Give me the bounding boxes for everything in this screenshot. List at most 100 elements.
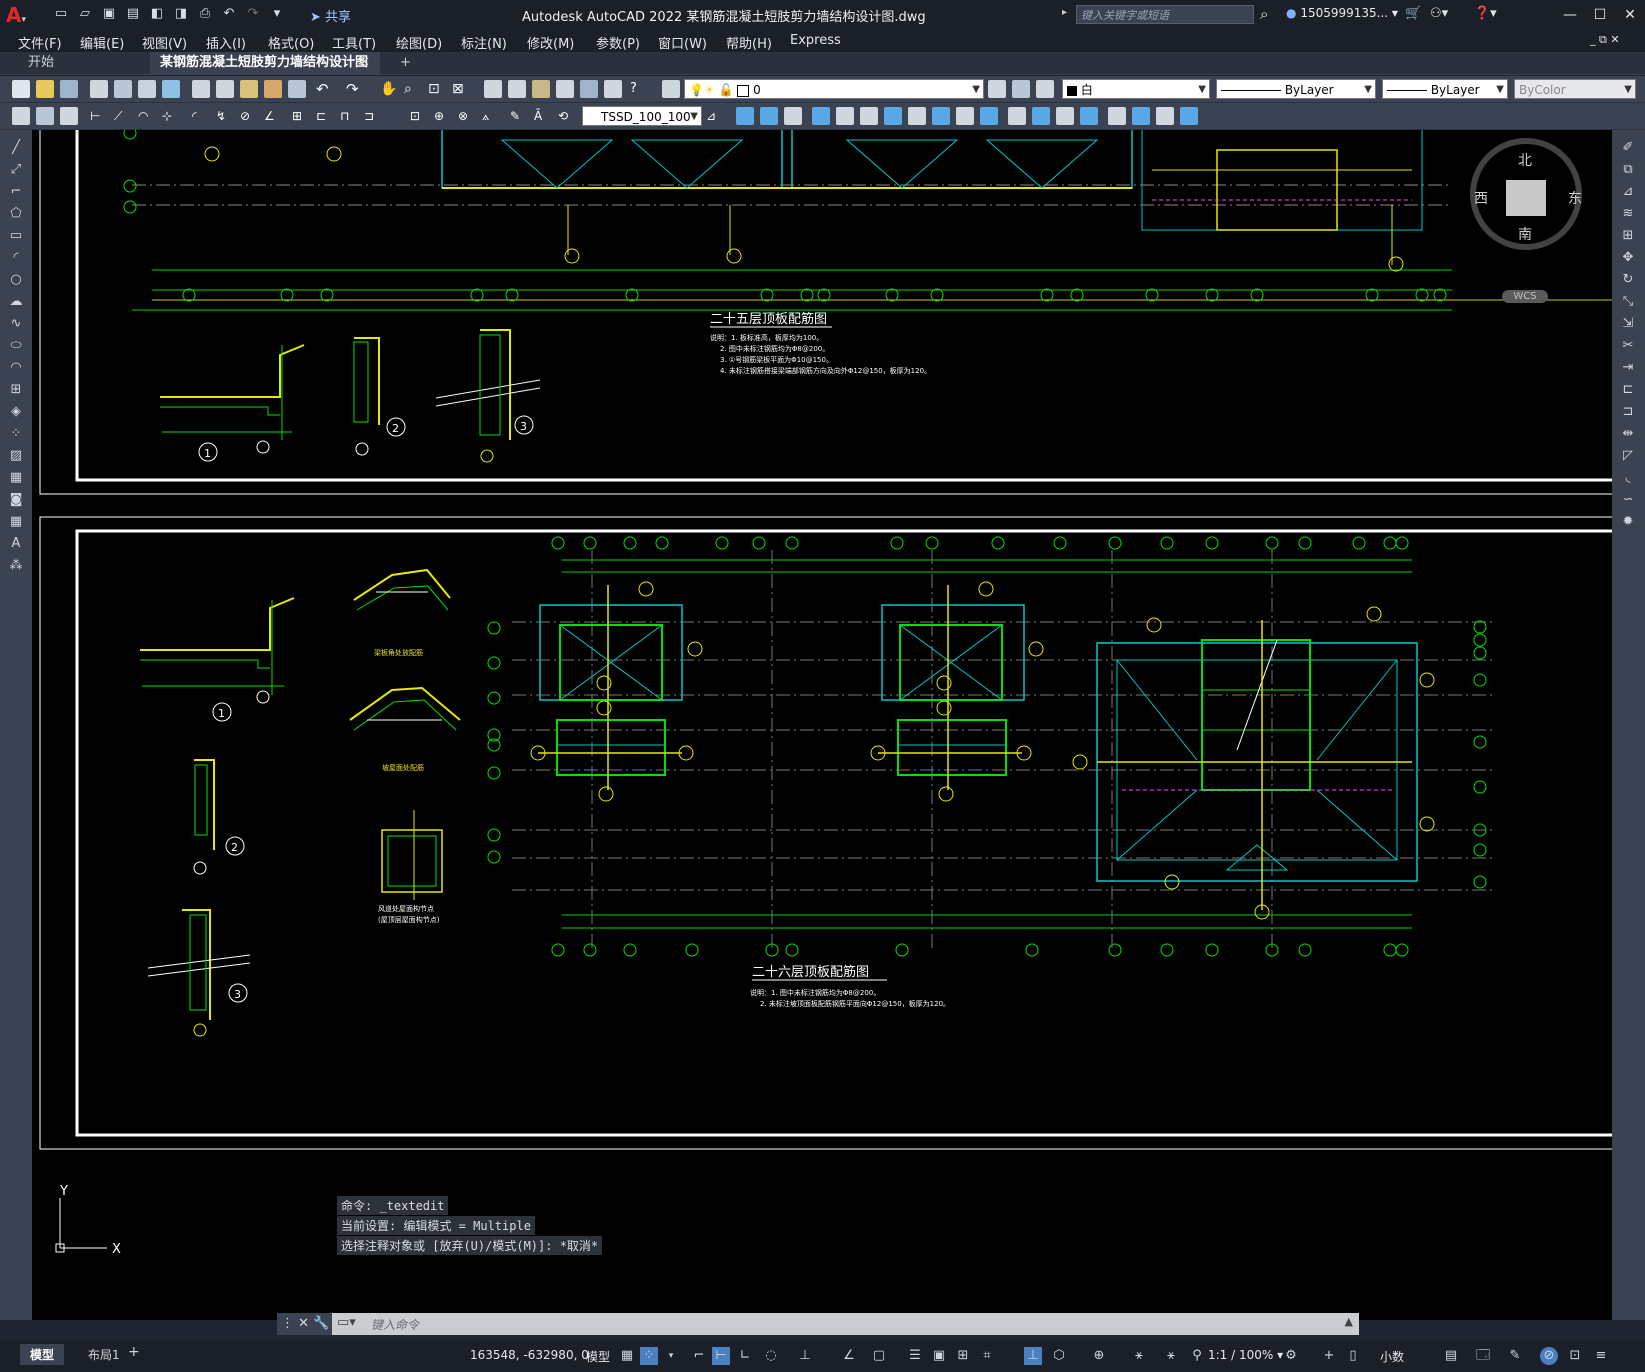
layer-states-icon[interactable]	[1036, 80, 1054, 98]
close-icon[interactable]: ✕	[1615, 0, 1645, 30]
fillet-icon[interactable]: ◟	[1619, 470, 1637, 486]
close-tab-icon[interactable]: ✕	[359, 52, 370, 74]
viewcube-west[interactable]: 西	[1474, 188, 1488, 208]
line-icon[interactable]: ╱	[7, 140, 25, 156]
gradient-icon[interactable]: ▦	[7, 470, 25, 486]
snap-menu-icon[interactable]: ▾	[662, 1347, 680, 1365]
new-tab-button[interactable]: +	[390, 52, 416, 74]
osnap-icon[interactable]: ∠	[840, 1347, 858, 1365]
join-icon[interactable]: ⇹	[1619, 426, 1637, 442]
blockeditor-icon[interactable]	[288, 80, 306, 98]
modify-m-icon[interactable]	[1032, 107, 1050, 125]
radius-dim-icon[interactable]: ◜	[192, 107, 210, 125]
modify-n-icon[interactable]	[1056, 107, 1074, 125]
search-expand-icon[interactable]: ▸	[1062, 7, 1067, 18]
ordinate-dim-icon[interactable]: ⊹	[162, 107, 180, 125]
tool-a-icon[interactable]	[12, 107, 30, 125]
modify-h-icon[interactable]	[908, 107, 926, 125]
modify-j-icon[interactable]	[956, 107, 974, 125]
cart-icon[interactable]: 🛒	[1405, 6, 1421, 21]
copy-icon[interactable]	[216, 80, 234, 98]
tolerance-icon[interactable]: ⊡	[410, 107, 428, 125]
modify-s-icon[interactable]	[1180, 107, 1198, 125]
coordinates-readout[interactable]: 163548, -632980, 0	[470, 1348, 589, 1362]
arc-dim-icon[interactable]: ◠	[138, 107, 156, 125]
redo-icon[interactable]: ↷	[244, 5, 262, 23]
publish-icon[interactable]	[138, 80, 156, 98]
modify-k-icon[interactable]	[980, 107, 998, 125]
viewcube-east[interactable]: 东	[1568, 188, 1582, 208]
array-icon[interactable]: ⊞	[1619, 228, 1637, 244]
ellipse-icon[interactable]: ⬭	[7, 338, 25, 354]
modify-f-icon[interactable]	[860, 107, 878, 125]
new-file-icon[interactable]: ▭	[52, 5, 70, 23]
help-search-input[interactable]: 键入关键字或短语	[1076, 5, 1254, 24]
wcs-menu[interactable]: WCS	[1502, 290, 1548, 303]
clean-screen-icon[interactable]: ⊡	[1566, 1347, 1584, 1365]
menu-file[interactable]: 文件(F)	[18, 33, 62, 52]
insert-block-icon[interactable]: ⊞	[7, 382, 25, 398]
modify-g-icon[interactable]	[884, 107, 902, 125]
tool-c-icon[interactable]	[60, 107, 78, 125]
stretch-icon[interactable]: ⇲	[1619, 316, 1637, 332]
annotation-plus-icon[interactable]: +	[1320, 1347, 1338, 1365]
diameter-dim-icon[interactable]: ⊘	[240, 107, 258, 125]
extend-icon[interactable]: ⇥	[1619, 360, 1637, 376]
plot-icon[interactable]: ⎙	[196, 5, 214, 23]
open-icon[interactable]	[36, 80, 54, 98]
plotstyle-combo[interactable]: ByColor ▼	[1514, 79, 1636, 99]
menu-dimension[interactable]: 标注(N)	[461, 33, 507, 52]
modify-l-icon[interactable]	[1008, 107, 1026, 125]
properties-icon[interactable]	[484, 80, 502, 98]
blend-icon[interactable]: ∽	[1619, 492, 1637, 508]
explode-icon[interactable]: ✹	[1619, 514, 1637, 530]
annotation-scale-icon[interactable]: ⚲	[1188, 1347, 1206, 1365]
toolpalette-icon[interactable]	[532, 80, 550, 98]
point-icon[interactable]: ⁘	[7, 426, 25, 442]
selection-cycling-icon[interactable]: ▣	[930, 1347, 948, 1365]
menu-insert[interactable]: 插入(I)	[206, 33, 246, 52]
break-icon[interactable]: ⊐	[1619, 404, 1637, 420]
hardware-accel-icon[interactable]: ⊘	[1540, 1347, 1558, 1365]
rectangle-icon[interactable]: ▭	[7, 228, 25, 244]
infer-icon[interactable]: ⌐	[690, 1347, 708, 1365]
copy-object-icon[interactable]: ⧉	[1619, 162, 1637, 178]
baseline-dim-icon[interactable]: ⊏	[316, 107, 334, 125]
menu-format[interactable]: 格式(O)	[268, 33, 314, 52]
viewcube-face[interactable]	[1506, 180, 1546, 216]
tool-b-icon[interactable]	[36, 107, 54, 125]
viewcube-south[interactable]: 南	[1518, 224, 1532, 244]
linetype-combo[interactable]: ByLayer ▼	[1216, 79, 1376, 99]
dimstyle-combo[interactable]: TSSD_100_100 ▼	[582, 106, 702, 126]
revcloud-icon[interactable]: ☁	[7, 294, 25, 310]
make-block-icon[interactable]: ◈	[7, 404, 25, 420]
web-open-icon[interactable]: ◧	[148, 5, 166, 23]
designcenter-icon[interactable]	[508, 80, 526, 98]
color-combo[interactable]: 白 ▼	[1062, 79, 1210, 99]
annotation-monitor-icon[interactable]: ⊕	[1090, 1347, 1108, 1365]
minimize-icon[interactable]: —	[1555, 0, 1585, 30]
autocad-logo-icon[interactable]: A▾	[6, 4, 28, 26]
pan-icon[interactable]: ✋	[380, 80, 398, 98]
modify-d-icon[interactable]	[812, 107, 830, 125]
lineweight-icon[interactable]: ▢	[870, 1347, 888, 1365]
offset-icon[interactable]: ≋	[1619, 206, 1637, 222]
spline-icon[interactable]: ∿	[7, 316, 25, 332]
toolbar-undo-icon[interactable]: ↶	[316, 80, 334, 98]
toolbar-redo-icon[interactable]: ↷	[346, 80, 364, 98]
space-dim-icon[interactable]: ⊐	[364, 107, 382, 125]
viewcube-north[interactable]: 北	[1518, 150, 1532, 170]
menu-modify[interactable]: 修改(M)	[527, 33, 574, 52]
center-mark-icon[interactable]: ⊕	[434, 107, 452, 125]
dynamic-ucs-icon[interactable]: ⌗	[978, 1347, 996, 1365]
mtext-icon[interactable]: A	[7, 536, 25, 552]
break-point-icon[interactable]: ⊏	[1619, 382, 1637, 398]
command-prompt-icon[interactable]: ▭▾	[337, 1315, 356, 1330]
cut-icon[interactable]	[192, 80, 210, 98]
modify-q-icon[interactable]	[1132, 107, 1150, 125]
help-icon[interactable]: ❓▾	[1474, 6, 1497, 21]
aligned-dim-icon[interactable]: ⟋	[114, 107, 132, 125]
help-toolbar-icon[interactable]: ?	[630, 80, 648, 98]
add-layout-tab[interactable]: +	[128, 1344, 140, 1360]
quick-properties-icon[interactable]: ▤	[1442, 1347, 1460, 1365]
